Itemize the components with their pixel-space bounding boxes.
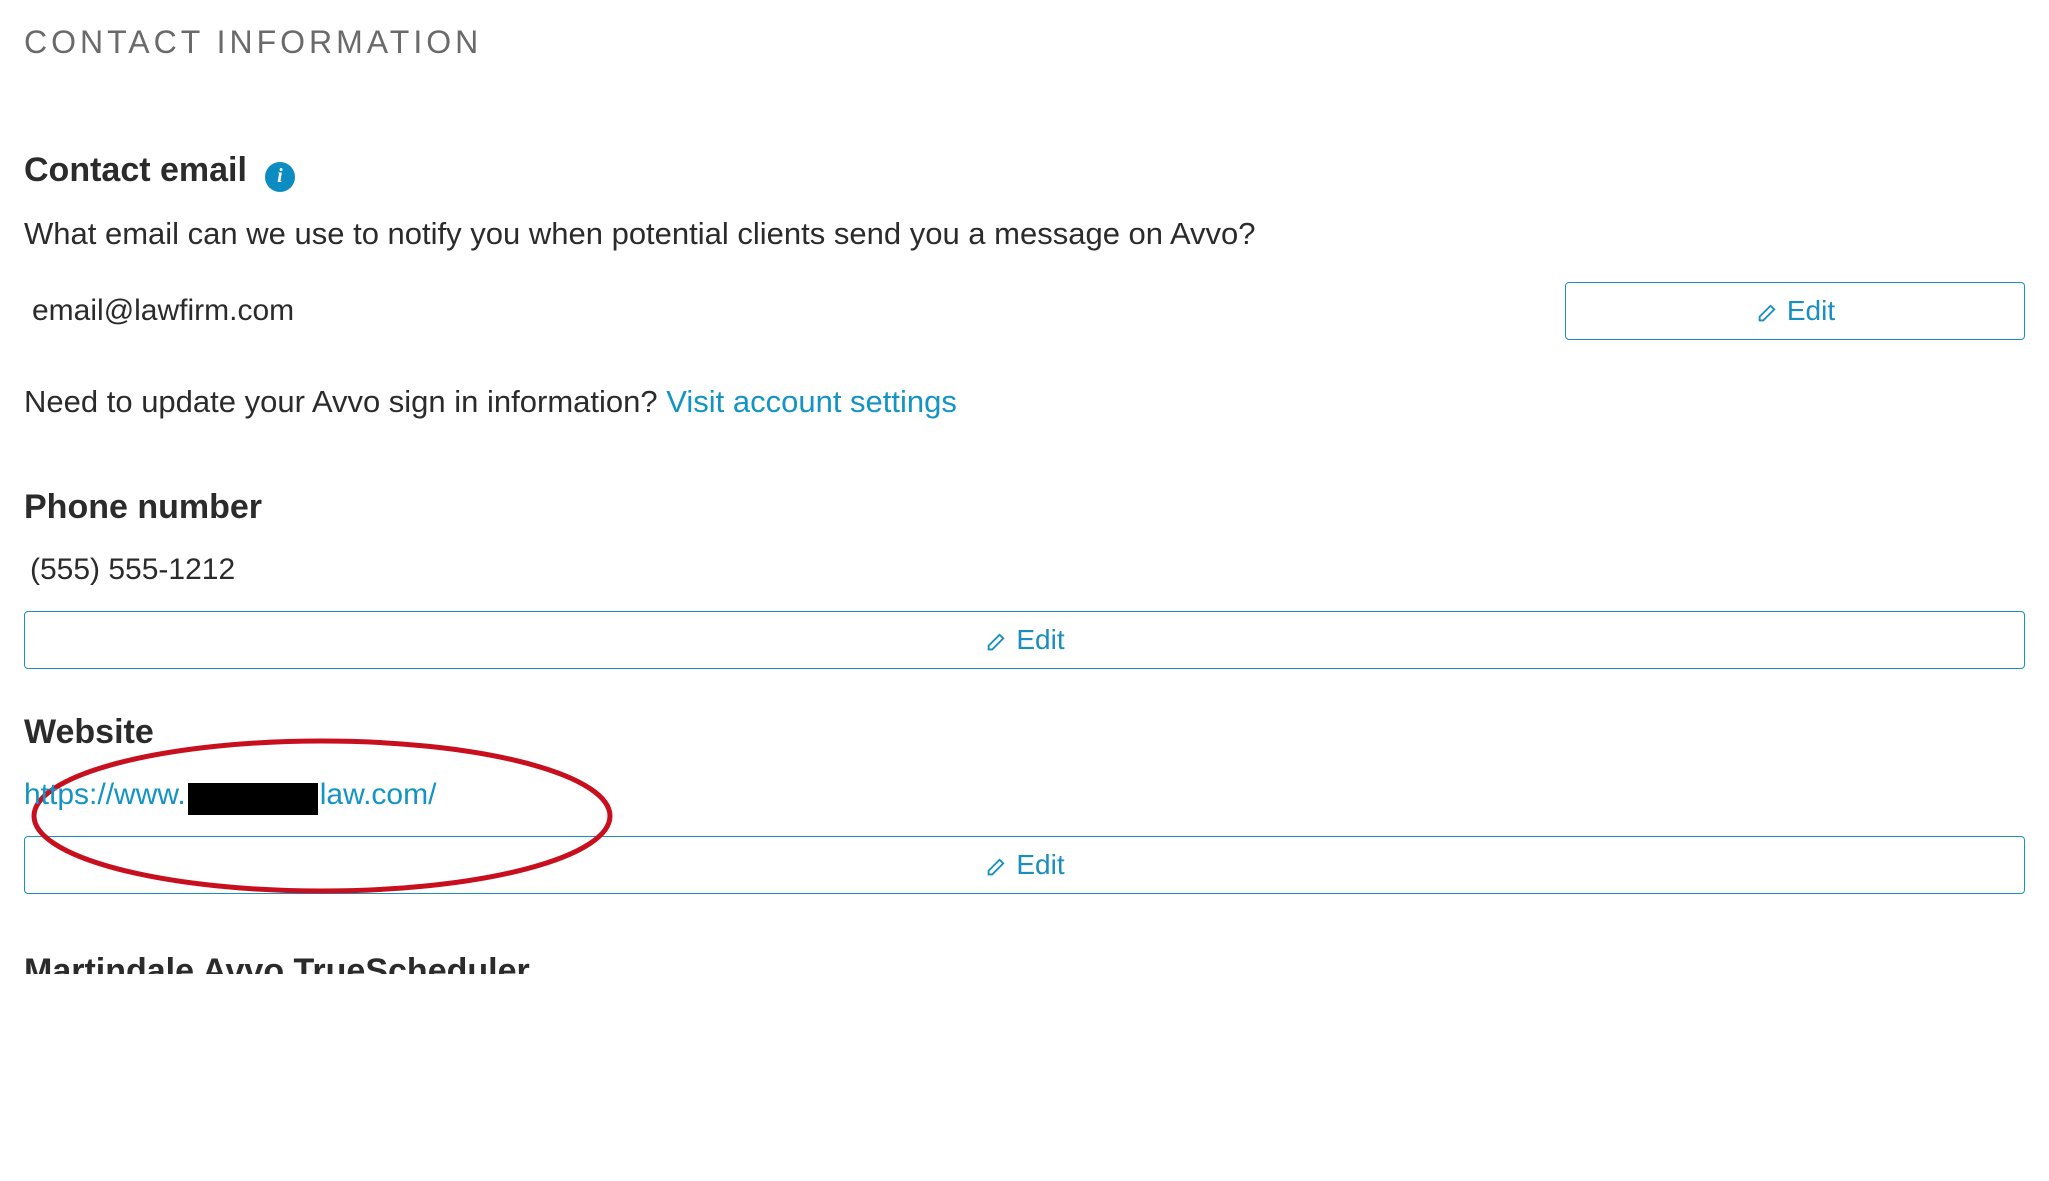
contact-email-value-row: email@lawfirm.com Edit xyxy=(24,282,2025,340)
website-section: Website https://www. law.com/ Edit xyxy=(24,713,2025,894)
website-url-prefix: https://www. xyxy=(24,778,186,812)
edit-email-button[interactable]: Edit xyxy=(1565,282,2025,340)
phone-heading: Phone number xyxy=(24,488,2025,527)
website-link[interactable]: https://www. law.com/ xyxy=(24,778,436,812)
signin-prefix: Need to update your Avvo sign in informa… xyxy=(24,384,666,419)
signin-info-line: Need to update your Avvo sign in informa… xyxy=(24,384,2025,420)
contact-email-section: Contact email i What email can we use to… xyxy=(24,151,2025,420)
website-value-container: https://www. law.com/ xyxy=(24,778,2025,812)
contact-email-heading: Contact email i xyxy=(24,151,2025,190)
phone-value: (555) 555-1212 xyxy=(24,553,2025,587)
contact-email-value: email@lawfirm.com xyxy=(24,294,294,328)
info-icon[interactable]: i xyxy=(265,162,295,192)
edit-phone-label: Edit xyxy=(1016,624,1064,656)
account-settings-link[interactable]: Visit account settings xyxy=(666,384,957,419)
website-url-suffix: law.com/ xyxy=(320,778,437,812)
truescheduler-heading: Martindale Avvo TrueScheduler xyxy=(24,952,2025,974)
phone-heading-text: Phone number xyxy=(24,488,262,527)
redaction-box xyxy=(188,783,318,815)
pencil-icon xyxy=(1755,300,1777,322)
edit-email-label: Edit xyxy=(1787,295,1835,327)
edit-website-label: Edit xyxy=(1016,849,1064,881)
phone-section: Phone number (555) 555-1212 Edit xyxy=(24,488,2025,669)
website-heading: Website xyxy=(24,713,2025,752)
section-title: CONTACT INFORMATION xyxy=(24,24,2025,61)
edit-phone-button[interactable]: Edit xyxy=(24,611,2025,669)
website-heading-text: Website xyxy=(24,713,154,752)
contact-email-heading-text: Contact email xyxy=(24,151,247,190)
edit-website-button[interactable]: Edit xyxy=(24,836,2025,894)
pencil-icon xyxy=(984,854,1006,876)
contact-email-description: What email can we use to notify you when… xyxy=(24,216,2025,252)
pencil-icon xyxy=(984,629,1006,651)
